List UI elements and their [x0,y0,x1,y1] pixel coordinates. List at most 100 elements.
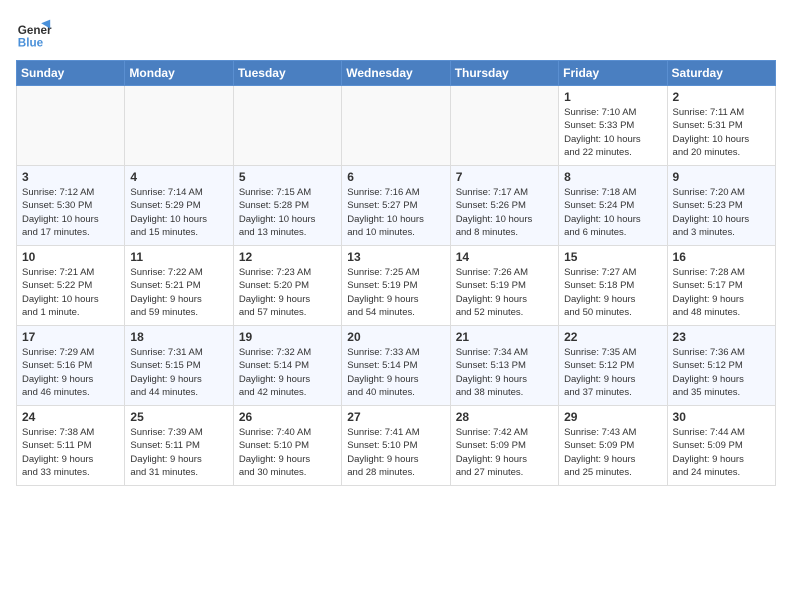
calendar-cell: 8Sunrise: 7:18 AM Sunset: 5:24 PM Daylig… [559,166,667,246]
day-number: 14 [456,250,553,264]
day-number: 28 [456,410,553,424]
day-number: 24 [22,410,119,424]
day-info: Sunrise: 7:41 AM Sunset: 5:10 PM Dayligh… [347,426,444,479]
day-info: Sunrise: 7:23 AM Sunset: 5:20 PM Dayligh… [239,266,336,319]
day-number: 15 [564,250,661,264]
calendar-cell: 24 Sunrise: 7:38 AM Sunset: 5:11 PM Dayli… [17,406,125,486]
day-info: Sunrise: 7:28 AM Sunset: 5:17 PM Dayligh… [673,266,770,319]
calendar-cell: 22 Sunrise: 7:35 AM Sunset: 5:12 PM Dayli… [559,326,667,406]
day-number: 25 [130,410,227,424]
day-info: Sunrise: 7:17 AM Sunset: 5:26 PM Dayligh… [456,186,553,239]
calendar-cell [17,86,125,166]
day-info: Sunrise: 7:21 AM Sunset: 5:22 PM Dayligh… [22,266,119,319]
calendar-table: SundayMondayTuesdayWednesdayThursdayFrid… [16,60,776,486]
day-number: 26 [239,410,336,424]
calendar-cell: 7 Sunrise: 7:17 AM Sunset: 5:26 PM Daylig… [450,166,558,246]
day-number: 16 [673,250,770,264]
day-info: Sunrise: 7:35 AM Sunset: 5:12 PM Dayligh… [564,346,661,399]
day-number: 10 [22,250,119,264]
day-number: 11 [130,250,227,264]
logo: General Blue [16,16,52,52]
day-info: Sunrise: 7:38 AM Sunset: 5:11 PM Dayligh… [22,426,119,479]
calendar-cell: 9 Sunrise: 7:20 AM Sunset: 5:23 PM Daylig… [667,166,775,246]
calendar-week-1: 1 Sunrise: 7:10 AM Sunset: 5:33 PM Daylig… [17,86,776,166]
calendar-cell: 1 Sunrise: 7:10 AM Sunset: 5:33 PM Daylig… [559,86,667,166]
calendar-header-row: SundayMondayTuesdayWednesdayThursdayFrid… [17,61,776,86]
weekday-header-thursday: Thursday [450,61,558,86]
day-number: 8 [564,170,661,184]
day-number: 29 [564,410,661,424]
calendar-cell: 10 Sunrise: 7:21 AM Sunset: 5:22 PM Dayli… [17,246,125,326]
calendar-cell: 23 Sunrise: 7:36 AM Sunset: 5:12 PM Dayli… [667,326,775,406]
day-number: 7 [456,170,553,184]
day-number: 12 [239,250,336,264]
calendar-cell: 30 Sunrise: 7:44 AM Sunset: 5:09 PM Dayli… [667,406,775,486]
day-number: 23 [673,330,770,344]
calendar-week-5: 24 Sunrise: 7:38 AM Sunset: 5:11 PM Dayli… [17,406,776,486]
day-info: Sunrise: 7:14 AM Sunset: 5:29 PM Dayligh… [130,186,227,239]
calendar-cell: 21Sunrise: 7:34 AM Sunset: 5:13 PM Dayli… [450,326,558,406]
day-number: 18 [130,330,227,344]
day-number: 22 [564,330,661,344]
day-info: Sunrise: 7:43 AM Sunset: 5:09 PM Dayligh… [564,426,661,479]
day-info: Sunrise: 7:39 AM Sunset: 5:11 PM Dayligh… [130,426,227,479]
calendar-body: 1 Sunrise: 7:10 AM Sunset: 5:33 PM Daylig… [17,86,776,486]
day-number: 17 [22,330,119,344]
day-info: Sunrise: 7:16 AM Sunset: 5:27 PM Dayligh… [347,186,444,239]
calendar-cell: 15 Sunrise: 7:27 AM Sunset: 5:18 PM Dayli… [559,246,667,326]
calendar-cell: 17 Sunrise: 7:29 AM Sunset: 5:16 PM Dayli… [17,326,125,406]
calendar-cell: 3Sunrise: 7:12 AM Sunset: 5:30 PM Daylig… [17,166,125,246]
svg-text:Blue: Blue [18,37,44,50]
day-info: Sunrise: 7:10 AM Sunset: 5:33 PM Dayligh… [564,106,661,159]
day-info: Sunrise: 7:33 AM Sunset: 5:14 PM Dayligh… [347,346,444,399]
day-info: Sunrise: 7:22 AM Sunset: 5:21 PM Dayligh… [130,266,227,319]
calendar-cell [342,86,450,166]
calendar-cell: 2Sunrise: 7:11 AM Sunset: 5:31 PM Daylig… [667,86,775,166]
weekday-header-wednesday: Wednesday [342,61,450,86]
day-number: 19 [239,330,336,344]
calendar-cell [450,86,558,166]
day-info: Sunrise: 7:26 AM Sunset: 5:19 PM Dayligh… [456,266,553,319]
day-info: Sunrise: 7:40 AM Sunset: 5:10 PM Dayligh… [239,426,336,479]
page-header: General Blue [16,16,776,52]
calendar-cell [125,86,233,166]
day-number: 1 [564,90,661,104]
calendar-cell: 29 Sunrise: 7:43 AM Sunset: 5:09 PM Dayli… [559,406,667,486]
calendar-cell: 4 Sunrise: 7:14 AM Sunset: 5:29 PM Daylig… [125,166,233,246]
calendar-cell: 6Sunrise: 7:16 AM Sunset: 5:27 PM Daylig… [342,166,450,246]
day-info: Sunrise: 7:27 AM Sunset: 5:18 PM Dayligh… [564,266,661,319]
day-info: Sunrise: 7:42 AM Sunset: 5:09 PM Dayligh… [456,426,553,479]
day-info: Sunrise: 7:44 AM Sunset: 5:09 PM Dayligh… [673,426,770,479]
logo-icon: General Blue [16,16,52,52]
day-number: 13 [347,250,444,264]
calendar-cell: 26 Sunrise: 7:40 AM Sunset: 5:10 PM Dayli… [233,406,341,486]
calendar-cell: 14 Sunrise: 7:26 AM Sunset: 5:19 PM Dayli… [450,246,558,326]
calendar-week-4: 17 Sunrise: 7:29 AM Sunset: 5:16 PM Dayli… [17,326,776,406]
day-number: 9 [673,170,770,184]
day-number: 3 [22,170,119,184]
day-number: 21 [456,330,553,344]
calendar-cell: 5 Sunrise: 7:15 AM Sunset: 5:28 PM Daylig… [233,166,341,246]
weekday-header-tuesday: Tuesday [233,61,341,86]
day-info: Sunrise: 7:36 AM Sunset: 5:12 PM Dayligh… [673,346,770,399]
weekday-header-monday: Monday [125,61,233,86]
calendar-week-3: 10 Sunrise: 7:21 AM Sunset: 5:22 PM Dayli… [17,246,776,326]
calendar-cell [233,86,341,166]
day-number: 27 [347,410,444,424]
calendar-cell: 19 Sunrise: 7:32 AM Sunset: 5:14 PM Dayli… [233,326,341,406]
day-info: Sunrise: 7:29 AM Sunset: 5:16 PM Dayligh… [22,346,119,399]
day-info: Sunrise: 7:32 AM Sunset: 5:14 PM Dayligh… [239,346,336,399]
calendar-cell: 12 Sunrise: 7:23 AM Sunset: 5:20 PM Dayli… [233,246,341,326]
day-number: 4 [130,170,227,184]
calendar-cell: 25 Sunrise: 7:39 AM Sunset: 5:11 PM Dayli… [125,406,233,486]
day-number: 5 [239,170,336,184]
calendar-cell: 11 Sunrise: 7:22 AM Sunset: 5:21 PM Dayli… [125,246,233,326]
day-info: Sunrise: 7:15 AM Sunset: 5:28 PM Dayligh… [239,186,336,239]
day-info: Sunrise: 7:20 AM Sunset: 5:23 PM Dayligh… [673,186,770,239]
day-number: 2 [673,90,770,104]
day-info: Sunrise: 7:31 AM Sunset: 5:15 PM Dayligh… [130,346,227,399]
calendar-cell: 18 Sunrise: 7:31 AM Sunset: 5:15 PM Dayli… [125,326,233,406]
calendar-cell: 27 Sunrise: 7:41 AM Sunset: 5:10 PM Dayli… [342,406,450,486]
day-number: 30 [673,410,770,424]
calendar-week-2: 3Sunrise: 7:12 AM Sunset: 5:30 PM Daylig… [17,166,776,246]
